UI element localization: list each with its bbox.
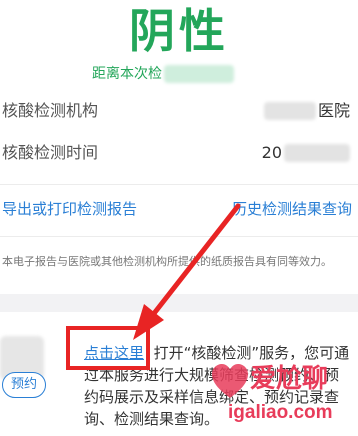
service-line-1-text: 打开“核酸检测”服务，您可通 [153, 344, 350, 362]
result-status: 阴性 [129, 4, 229, 58]
watermark: 爱尬聊 igaliao.com [210, 362, 358, 436]
annotation-highlight-box [66, 326, 150, 370]
divider [0, 184, 358, 185]
test-time-row: 核酸检测时间 20 [0, 138, 358, 168]
section-separator [0, 294, 358, 312]
test-time-value: 20 [262, 138, 350, 168]
institution-value: 医院 [263, 96, 350, 126]
test-result-card: 阴性 距离本次检 核酸检测机构 医院 核酸检测时间 20 导出或打印检测报告 历… [0, 0, 358, 294]
redacted-test-time [284, 144, 350, 162]
divider [0, 236, 358, 237]
heart-icon [212, 364, 248, 398]
report-disclaimer: 本电子报告与医院或其他检测机构所提供的纸质报告具有同等效力。 [2, 255, 332, 268]
watermark-brand: 爱尬聊 [250, 364, 329, 394]
redacted-duration [164, 65, 234, 83]
test-time-value-text: 20 [261, 143, 282, 162]
time-since-test-label: 距离本次检 [92, 66, 162, 82]
institution-label: 核酸检测机构 [2, 101, 99, 120]
time-since-test: 距离本次检 [92, 64, 234, 84]
history-results-link[interactable]: 历史检测结果查询 [232, 198, 352, 220]
institution-row: 核酸检测机构 医院 [0, 96, 358, 126]
export-report-link[interactable]: 导出或打印检测报告 [2, 198, 137, 220]
appointment-button[interactable]: 预约 [2, 372, 46, 398]
watermark-domain: igaliao.com [228, 402, 333, 423]
institution-value-text: 医院 [317, 101, 350, 120]
test-time-label: 核酸检测时间 [2, 143, 99, 162]
redacted-institution-name [263, 102, 316, 120]
